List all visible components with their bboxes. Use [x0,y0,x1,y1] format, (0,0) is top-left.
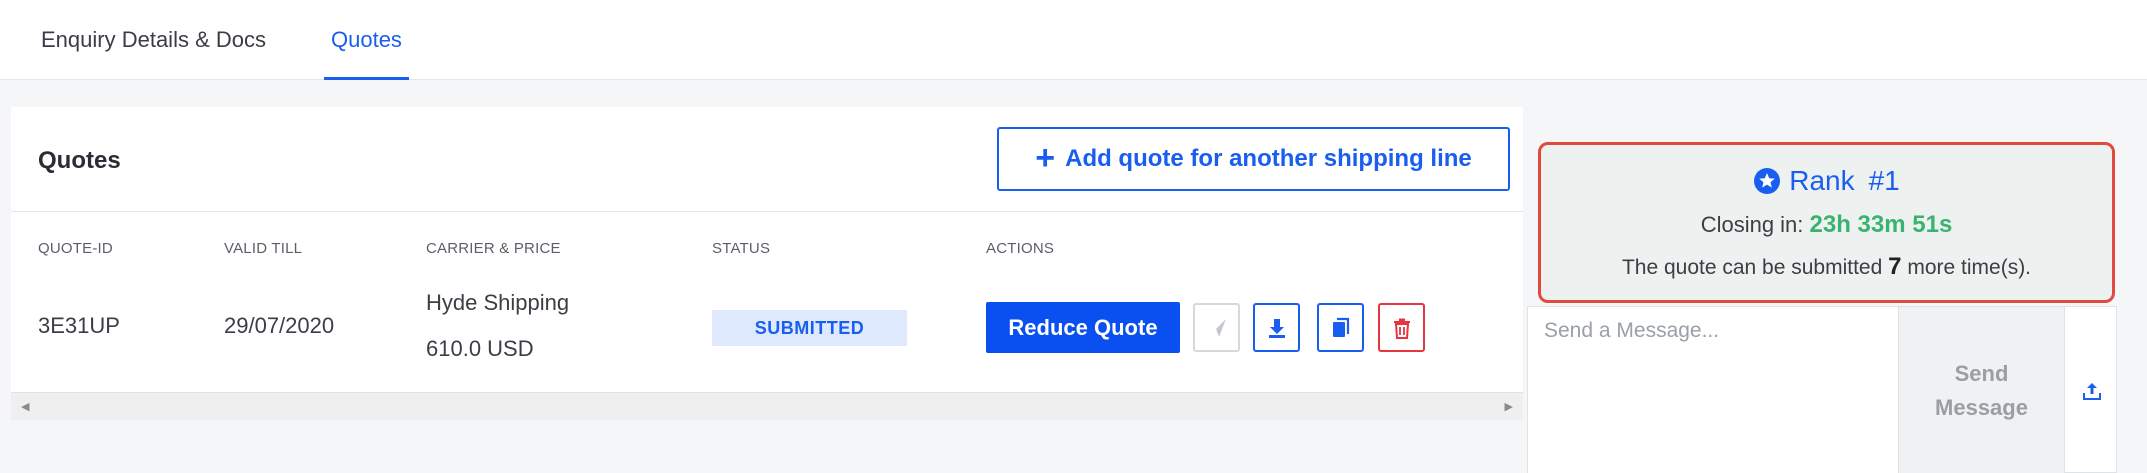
note-prefix: The quote can be submitted [1621,256,1883,279]
rank-panel: Rank #1 Closing in: 23h 33m 51s The quot… [1538,142,2115,303]
message-input[interactable] [1528,307,1899,473]
scroll-right-icon[interactable]: ▶ [1505,400,1513,413]
carrier-name: Hyde Shipping [426,290,570,315]
scroll-left-icon[interactable]: ◀ [21,400,29,413]
tab-enquiry-details[interactable]: Enquiry Details & Docs [34,0,273,80]
send-quote-button[interactable] [1193,303,1240,352]
send-message-button[interactable]: Send Message [1899,307,2065,473]
add-quote-button[interactable]: + Add quote for another shipping line [997,127,1510,191]
quotes-card: Quotes + Add quote for another shipping … [11,107,1523,420]
remaining-count: 7 [1888,253,1902,280]
column-header-valid-till: VALID TILL [224,240,303,257]
send-label-line1: Send [1954,360,2009,386]
closing-label: Closing in: [1700,212,1804,237]
reduce-quote-button[interactable]: Reduce Quote [986,302,1180,353]
send-icon [1206,318,1226,338]
note-suffix: more time(s). [1907,256,2032,279]
column-header-quote-id: QUOTE-ID [38,240,113,257]
column-header-status: STATUS [712,240,771,257]
column-header-actions: ACTIONS [986,240,1055,257]
rank-title: Rank #1 [1541,165,2112,197]
delete-quote-button[interactable] [1378,303,1425,352]
tab-bar: Enquiry Details & Docs Quotes [0,0,2147,80]
plus-icon: + [1035,138,1056,177]
quotes-card-title: Quotes [38,147,121,174]
copy-quote-button[interactable] [1317,303,1364,352]
divider [11,211,1523,212]
star-badge-icon [1754,168,1781,194]
closing-time-line: Closing in: 23h 33m 51s [1541,211,2112,239]
copy-icon [1332,317,1349,337]
message-box: Send Message [1527,306,2117,473]
carrier-price: 610.0 USD [426,336,534,361]
valid-till-cell: 29/07/2020 [224,313,335,338]
column-header-carrier-price: CARRIER & PRICE [426,240,561,257]
horizontal-scrollbar[interactable]: ◀ ▶ [11,392,1523,420]
download-icon [1268,318,1285,338]
rank-value: #1 [1868,165,1900,196]
countdown-timer: 23h 33m 51s [1809,211,1953,238]
trash-icon [1393,318,1410,339]
send-label-line2: Message [1935,394,2028,420]
submission-note: The quote can be submitted 7 more time(s… [1541,253,2112,281]
add-quote-label: Add quote for another shipping line [1065,145,1472,172]
upload-icon [2082,382,2101,400]
status-badge: SUBMITTED [712,310,907,346]
download-quote-button[interactable] [1253,303,1300,352]
upload-attachment-button[interactable] [2065,307,2118,473]
quote-id-cell: 3E31UP [38,313,120,338]
rank-label: Rank [1789,165,1855,196]
tab-quotes[interactable]: Quotes [324,0,409,80]
